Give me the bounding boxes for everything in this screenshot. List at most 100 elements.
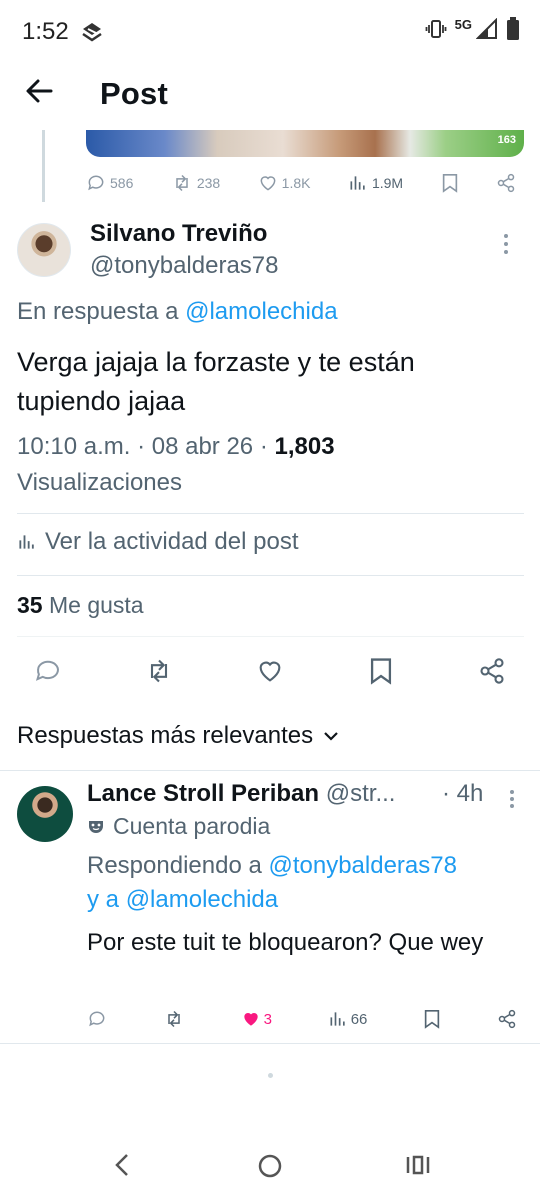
reply-icon xyxy=(88,175,104,191)
analytics-icon xyxy=(19,535,34,549)
reply-views-button[interactable]: 66 xyxy=(328,1009,368,1029)
nav-home-button[interactable] xyxy=(257,1153,283,1179)
parent-action-bar: 586 238 1.8K 1.9M xyxy=(86,170,516,196)
network-type: 5G xyxy=(454,17,472,32)
reply-context: En respuesta a @lamolechida xyxy=(17,298,338,326)
reply-like-count: 3 xyxy=(263,1010,272,1028)
replying-mention-1[interactable]: @tonybalderas78 xyxy=(268,852,456,879)
parent-repost-button[interactable]: 238 xyxy=(171,173,220,193)
reply-author[interactable]: Lance Stroll Periban @str... xyxy=(87,780,395,808)
parody-mask-icon xyxy=(89,820,103,833)
replying-mention-2[interactable]: @lamolechida xyxy=(126,886,278,913)
reply-reply-button[interactable] xyxy=(87,1009,107,1029)
reply-author-handle: @str... xyxy=(325,780,396,807)
reply-icon xyxy=(89,1011,105,1027)
parent-like-button[interactable]: 1.8K xyxy=(258,173,311,193)
parody-label: Cuenta parodia xyxy=(113,813,271,839)
parent-reply-count: 586 xyxy=(110,175,134,191)
author-name[interactable]: Silvano Treviño xyxy=(90,220,267,248)
media-badge: 163 xyxy=(497,134,516,146)
sort-label: Respuestas más relevantes xyxy=(17,722,314,749)
reply-view-count: 66 xyxy=(350,1010,368,1028)
battery-icon xyxy=(506,17,520,41)
repost-button[interactable] xyxy=(141,653,177,689)
bookmark-icon xyxy=(442,174,457,193)
parent-like-count: 1.8K xyxy=(281,175,311,191)
reply-context-label: En respuesta a xyxy=(17,298,179,325)
parody-badge: Cuenta parodia xyxy=(87,813,270,840)
reply-author-avatar[interactable] xyxy=(17,786,73,842)
divider xyxy=(0,1043,540,1044)
divider xyxy=(17,513,524,514)
nav-back-button[interactable] xyxy=(112,1152,132,1178)
replying-conjunction: y a xyxy=(87,886,120,913)
parent-share-button[interactable] xyxy=(496,173,516,193)
reply-mention-link[interactable]: @lamolechida xyxy=(185,298,337,325)
like-button[interactable] xyxy=(252,653,288,689)
post-text: Verga jajaja la forzaste y te están tupi… xyxy=(17,347,415,416)
parent-reply-button[interactable]: 586 xyxy=(86,173,133,193)
reply-button[interactable] xyxy=(30,653,66,689)
reply-text: Por este tuit te bloquearon? Que wey xyxy=(87,929,484,956)
likes-summary[interactable]: 35 Me gusta xyxy=(17,592,144,619)
views-icon xyxy=(330,1012,345,1026)
page-title: Post xyxy=(100,76,168,111)
views-icon xyxy=(350,176,365,190)
reply-time: · 4h xyxy=(442,780,484,807)
heart-icon xyxy=(259,661,281,682)
parent-view-count: 1.9M xyxy=(371,175,404,191)
author-avatar[interactable] xyxy=(17,223,71,277)
likes-label: Me gusta xyxy=(48,592,144,618)
share-icon xyxy=(480,658,504,684)
bookmark-icon xyxy=(424,1010,440,1029)
post-action-bar xyxy=(30,652,510,690)
post-timestamp: 10:10 a.m. · 08 abr 26 · xyxy=(17,433,275,460)
author-handle[interactable]: @tonybalderas78 xyxy=(90,252,278,280)
heart-icon xyxy=(260,176,276,191)
likes-count: 35 xyxy=(17,592,43,618)
repost-icon xyxy=(168,1010,180,1028)
post-view-count: 1,803 xyxy=(274,433,335,460)
parent-repost-count: 238 xyxy=(196,175,221,191)
reply-more-options-icon[interactable] xyxy=(509,789,515,809)
repost-icon xyxy=(150,659,168,683)
system-nav-bar xyxy=(0,1130,540,1199)
reply-action-bar: 3 66 xyxy=(87,1005,517,1033)
chevron-down-icon xyxy=(324,732,338,741)
replying-context: Respondiendo a @tonybalderas78 y a @lamo… xyxy=(87,849,527,917)
divider xyxy=(17,575,524,576)
chevron-left-icon xyxy=(115,1154,128,1176)
parent-bookmark-button[interactable] xyxy=(441,173,459,193)
replies-sort-dropdown[interactable]: Respuestas más relevantes xyxy=(17,722,339,750)
parent-media-thumbnail[interactable]: 163 xyxy=(86,130,524,157)
reply-like-button[interactable]: 3 xyxy=(241,1009,272,1029)
status-bar: 1:52 5G xyxy=(0,0,540,62)
signal-icon xyxy=(476,18,498,40)
app-notification-icon xyxy=(80,20,104,44)
status-time: 1:52 xyxy=(22,18,69,45)
post-activity-link[interactable]: Ver la actividad del post xyxy=(17,528,299,556)
divider xyxy=(17,636,524,637)
bookmark-button[interactable] xyxy=(363,653,399,689)
more-options-icon[interactable] xyxy=(503,233,509,255)
back-button[interactable] xyxy=(24,76,58,110)
repost-icon xyxy=(176,174,188,192)
vibrate-icon xyxy=(425,18,447,40)
reply-share-button[interactable] xyxy=(497,1009,517,1029)
loading-indicator xyxy=(268,1073,273,1078)
nav-recents-button[interactable] xyxy=(405,1152,431,1178)
recents-icon xyxy=(406,1155,430,1175)
reply-author-name: Lance Stroll Periban xyxy=(87,780,320,807)
bookmark-icon xyxy=(370,658,392,685)
post-meta: 10:10 a.m. · 08 abr 26 · 1,803 Visualiza… xyxy=(17,429,517,501)
reply-icon xyxy=(35,660,59,681)
reply-repost-button[interactable] xyxy=(163,1009,185,1029)
status-indicators: 5G xyxy=(425,17,520,41)
reply-bookmark-button[interactable] xyxy=(423,1009,441,1029)
share-button[interactable] xyxy=(474,653,510,689)
post-activity-label: Ver la actividad del post xyxy=(45,528,299,555)
parent-views-button[interactable]: 1.9M xyxy=(348,173,403,193)
heart-filled-icon xyxy=(243,1013,258,1026)
home-circle-icon xyxy=(258,1154,282,1178)
divider xyxy=(0,770,540,771)
